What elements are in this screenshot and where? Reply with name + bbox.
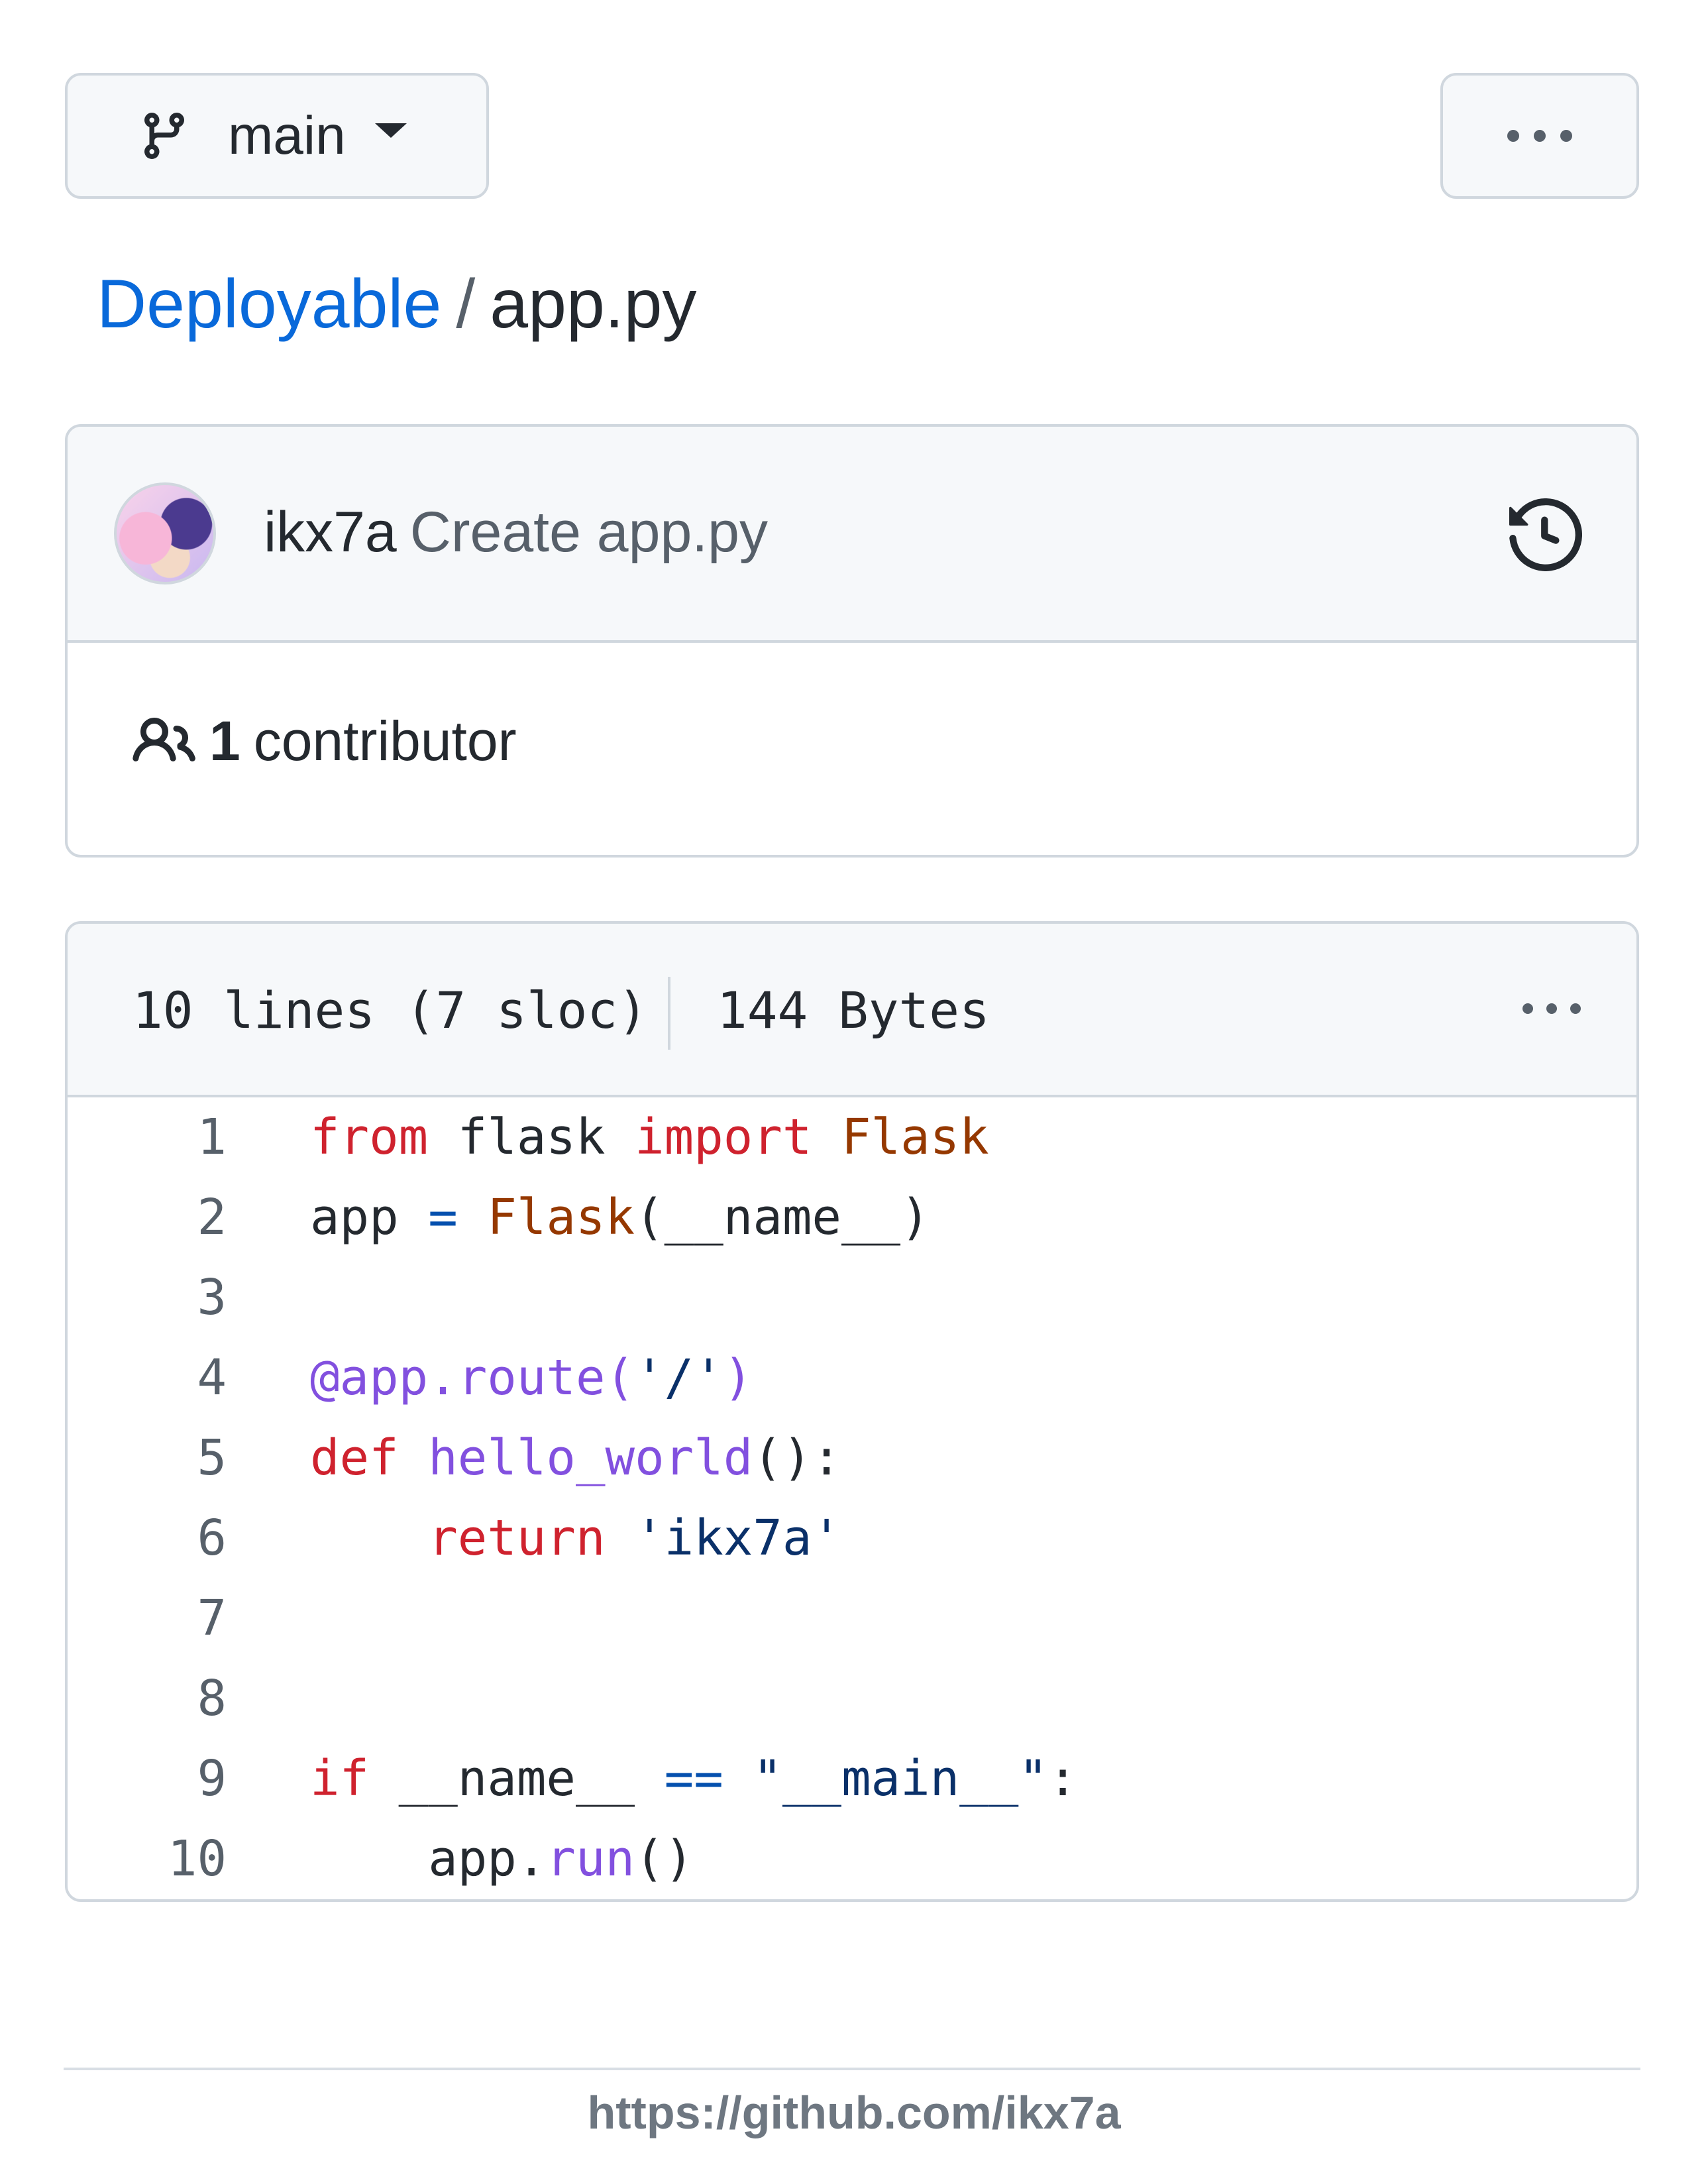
branch-selector-button[interactable]: main: [65, 73, 489, 199]
code-text: from flask import Flask: [310, 1109, 989, 1166]
people-icon: [133, 717, 195, 761]
line-number[interactable]: 6: [68, 1498, 227, 1579]
code-line: 8: [68, 1659, 1636, 1739]
divider: [668, 977, 670, 1050]
code-line: 5 def hello_world():: [68, 1418, 1636, 1498]
git-branch-icon: [144, 113, 184, 160]
avatar[interactable]: [114, 482, 216, 584]
line-number[interactable]: 5: [68, 1418, 227, 1498]
code-listing: 1 from flask import Flask 2 app = Flask(…: [68, 1097, 1636, 1899]
line-number[interactable]: 4: [68, 1338, 227, 1418]
line-count: 10 lines (7 sloc): [133, 981, 648, 1040]
kebab-horizontal-icon[interactable]: [1522, 1003, 1581, 1014]
footer-url: https://github.com/ikx7a: [587, 2087, 1121, 2138]
code-line: 2 app = Flask(__name__): [68, 1178, 1636, 1258]
line-number[interactable]: 10: [68, 1819, 227, 1899]
breadcrumb-separator: /: [456, 266, 476, 343]
breadcrumb-file-name: app.py: [490, 266, 697, 343]
commit-message-link[interactable]: Create app.py: [410, 500, 768, 564]
code-line: 4 @app.route('/'): [68, 1338, 1636, 1418]
more-options-button[interactable]: [1440, 73, 1639, 199]
code-line: 9 if __name__ == "__main__":: [68, 1739, 1636, 1819]
code-text: app.run(): [310, 1830, 694, 1887]
branch-name: main: [228, 105, 346, 166]
line-number[interactable]: 8: [68, 1659, 227, 1739]
commit-header: ikx7a Create app.py: [68, 427, 1636, 643]
code-line: 1 from flask import Flask: [68, 1097, 1636, 1178]
code-text: app = Flask(__name__): [310, 1189, 930, 1246]
code-line: 6 return 'ikx7a': [68, 1498, 1636, 1579]
chevron-down-icon: [374, 123, 407, 138]
contributors-count: 1: [209, 710, 240, 772]
commit-author-link[interactable]: ikx7a: [264, 500, 397, 564]
line-number[interactable]: 9: [68, 1739, 227, 1819]
line-number[interactable]: 3: [68, 1258, 227, 1338]
code-text: if __name__ == "__main__":: [310, 1750, 1078, 1807]
breadcrumb: Deployable / app.py: [97, 265, 697, 344]
contributors-link[interactable]: 1 contributor: [133, 709, 517, 773]
commit-summary: ikx7a Create app.py: [264, 500, 768, 565]
code-line: 10 app.run(): [68, 1819, 1636, 1899]
code-text: @app.route('/'): [310, 1349, 753, 1406]
line-number[interactable]: 7: [68, 1579, 227, 1659]
code-line: 3: [68, 1258, 1636, 1338]
line-number[interactable]: 1: [68, 1097, 227, 1178]
line-number[interactable]: 2: [68, 1178, 227, 1258]
footer-divider: [64, 2068, 1640, 2070]
file-viewer: 10 lines (7 sloc) 144 Bytes 1 from flask…: [65, 921, 1639, 1902]
kebab-horizontal-icon: [1507, 130, 1572, 142]
breadcrumb-repo-link[interactable]: Deployable: [97, 265, 441, 344]
history-icon[interactable]: [1509, 498, 1582, 571]
contributors-label: contributor: [253, 710, 517, 772]
code-text: return 'ikx7a': [428, 1510, 841, 1567]
code-text: def hello_world():: [310, 1429, 841, 1486]
file-size: 144 Bytes: [717, 981, 990, 1040]
latest-commit-box: ikx7a Create app.py 1 contributor: [65, 424, 1639, 858]
code-line: 7: [68, 1579, 1636, 1659]
file-info-bar: 10 lines (7 sloc) 144 Bytes: [68, 924, 1636, 1097]
